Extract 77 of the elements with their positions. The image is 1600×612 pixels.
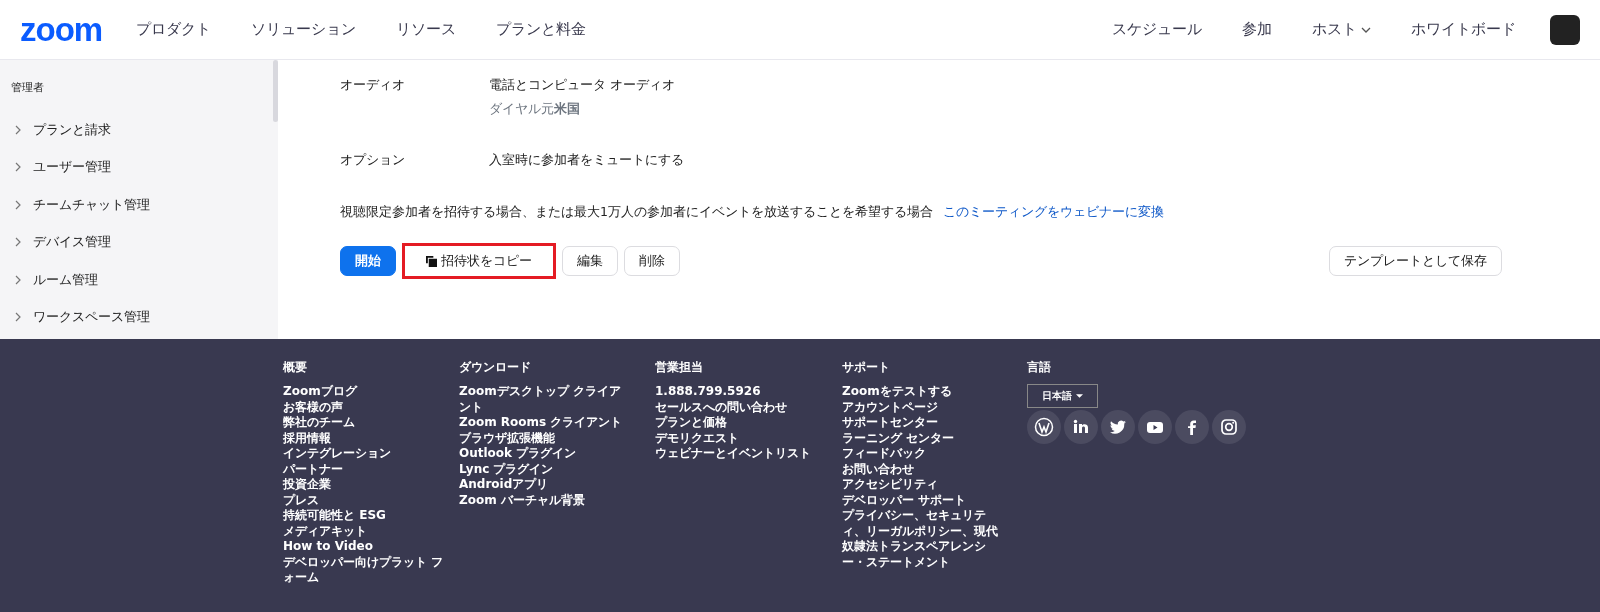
footer-link[interactable]: Outlook プラグイン — [459, 446, 629, 462]
footer-link[interactable]: セールスへの問い合わせ — [655, 399, 842, 415]
footer-link[interactable]: プランと価格 — [655, 415, 842, 431]
footer-link[interactable]: ラーニング センター — [842, 430, 1007, 446]
footer-heading: ダウンロード — [459, 359, 532, 376]
footer-link[interactable]: How to Video — [283, 539, 453, 555]
footer-link[interactable]: Zoomをテストする — [842, 384, 1007, 400]
footer-link[interactable]: 投資企業 — [283, 477, 453, 493]
footer-link[interactable]: プライバシー、セキュリティ、リーガルポリシー、現代奴隷法トランスペアレンシー・ステートメント — [842, 508, 1007, 570]
sidebar-item[interactable]: チームチャット管理 — [0, 186, 268, 224]
sidebar-item[interactable]: デバイス管理 — [0, 223, 268, 261]
footer-link[interactable]: デモリクエスト — [655, 430, 842, 446]
footer-link[interactable]: ブラウザ拡張機能 — [459, 430, 629, 446]
footer-link[interactable]: 持続可能性と ESG — [283, 508, 453, 524]
logo[interactable]: zoom — [20, 10, 103, 49]
facebook-icon[interactable] — [1175, 410, 1209, 444]
detail-value: ダイヤル元米国 — [489, 100, 581, 118]
detail-label: オーディオ — [340, 76, 406, 94]
sidebar-item[interactable]: ルーム管理 — [0, 261, 268, 299]
footer-link[interactable]: インテグレーション — [283, 446, 453, 462]
footer-link[interactable]: アクセシビリティ — [842, 477, 1007, 493]
footer-link[interactable]: 1.888.799.5926 — [655, 384, 842, 400]
nav-link[interactable]: ホワイトボード — [1411, 20, 1516, 39]
nav-link[interactable]: ホスト — [1312, 20, 1371, 39]
footer-link[interactable]: サポートセンター — [842, 415, 1007, 431]
convert-webinar-link[interactable]: このミーティングをウェビナーに変換 — [942, 204, 1164, 221]
linkedin-icon[interactable] — [1064, 410, 1098, 444]
nav-link[interactable]: プランと料金 — [496, 20, 587, 39]
footer-link[interactable]: アカウントページ — [842, 399, 1007, 415]
copy-icon — [426, 255, 437, 267]
detail-label: オプション — [340, 151, 406, 169]
footer-link[interactable]: ウェビナーとイベントリスト — [655, 446, 842, 462]
nav-link[interactable]: ソリューション — [251, 20, 357, 39]
footer-link[interactable]: デベロッパー サポート — [842, 492, 1007, 508]
footer-link[interactable]: Lync プラグイン — [459, 461, 629, 477]
footer-link[interactable]: 採用情報 — [283, 430, 453, 446]
action-button[interactable]: 編集 — [562, 246, 618, 276]
youtube-icon[interactable] — [1138, 410, 1172, 444]
footer-link[interactable]: お客様の声 — [283, 399, 453, 415]
save-template-button[interactable]: テンプレートとして保存 — [1329, 246, 1502, 276]
footer-link[interactable]: Zoomブログ — [283, 384, 453, 400]
footer-link[interactable]: Zoom Rooms クライアント — [459, 415, 629, 431]
instagram-icon[interactable] — [1212, 410, 1246, 444]
sidebar-item[interactable]: プランと請求 — [0, 111, 268, 149]
footer-link[interactable]: メディアキット — [283, 523, 453, 539]
webinar-note: 視聴限定参加者を招待する場合、または最大1万人の参加者にイベントを放送することを希望する場合 — [340, 204, 933, 221]
footer-link[interactable]: Zoomデスクトップ クライアント — [459, 384, 629, 415]
action-button[interactable]: 開始 — [340, 246, 396, 276]
detail-value: 入室時に参加者をミュートにする — [489, 151, 684, 169]
nav-link[interactable]: プロダクト — [136, 20, 212, 39]
caret-icon — [1076, 394, 1083, 398]
footer-heading: 言語 — [1027, 359, 1052, 376]
footer-link[interactable]: デベロッパー向けプラット フォーム — [283, 554, 453, 586]
footer-link[interactable]: お問い合わせ — [842, 461, 1007, 477]
footer-link[interactable]: 弊社のチーム — [283, 415, 453, 431]
footer-link[interactable]: プレス — [283, 492, 453, 508]
footer-link[interactable]: Androidアプリ — [459, 477, 629, 493]
sidebar-item[interactable]: ワークスペース管理 — [0, 298, 268, 336]
footer-heading: サポート — [842, 359, 891, 376]
twitter-icon[interactable] — [1101, 410, 1135, 444]
sidebar-item[interactable]: ユーザー管理 — [0, 148, 268, 186]
nav-link[interactable]: リソース — [396, 20, 457, 39]
footer-heading: 営業担当 — [655, 359, 704, 376]
nav-link[interactable]: 参加 — [1242, 20, 1272, 39]
avatar[interactable] — [1550, 14, 1580, 45]
footer-link[interactable]: フィードバック — [842, 446, 1007, 462]
nav-link[interactable]: スケジュール — [1112, 20, 1202, 39]
language-dropdown[interactable]: 日本語 — [1027, 384, 1098, 408]
detail-value: 電話とコンピュータ オーディオ — [489, 76, 676, 94]
action-button[interactable]: 削除 — [624, 246, 680, 276]
wordpress-icon[interactable] — [1027, 410, 1061, 444]
scrollbar[interactable] — [273, 60, 278, 122]
footer-heading: 概要 — [283, 359, 308, 376]
sidebar-heading: 管理者 — [10, 80, 45, 96]
chevron-down-icon — [1361, 26, 1371, 33]
footer-link[interactable]: パートナー — [283, 461, 453, 477]
footer-link[interactable]: Zoom バーチャル背景 — [459, 492, 629, 508]
